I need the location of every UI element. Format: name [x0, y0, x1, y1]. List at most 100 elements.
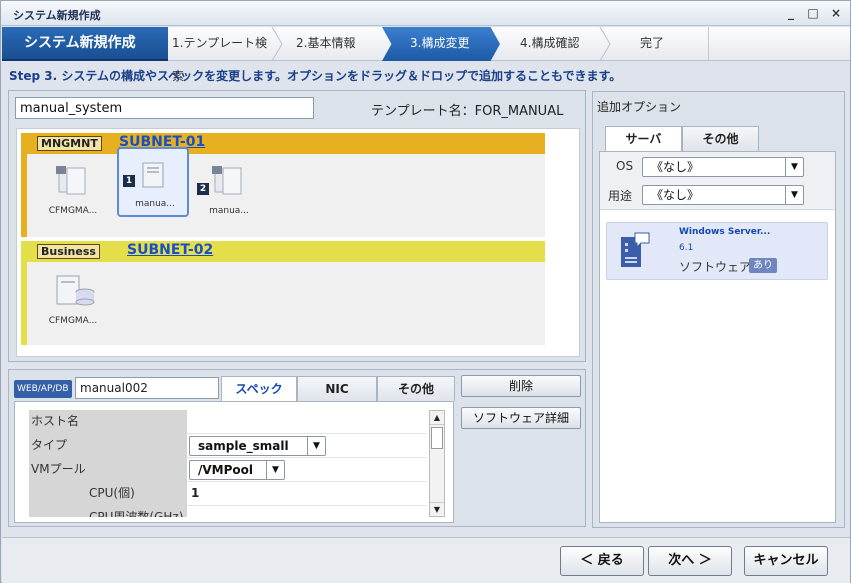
software-detail-button[interactable]: ソフトウェア詳細: [461, 407, 581, 429]
step-instructions: Step 3. システムの構成やスペックを変更します。オプションをドラッグ＆ドロ…: [9, 69, 622, 83]
role-badge: WEB/AP/DB: [14, 380, 72, 398]
cancel-button[interactable]: キャンセル: [744, 546, 828, 576]
close-icon[interactable]: ×: [827, 5, 845, 21]
delete-button[interactable]: 削除: [461, 375, 581, 397]
prop-key: タイプ: [29, 434, 187, 458]
os-select[interactable]: 《なし》 ▼: [642, 157, 804, 177]
select-value: 《なし》: [651, 160, 700, 174]
network-canvas[interactable]: MNGMNT SUBNET-01 CFMGMA... 1 manua... 2 …: [16, 128, 580, 357]
server-icon: [212, 166, 242, 195]
server-label: CFMGMA...: [48, 316, 98, 326]
tab-nic[interactable]: NIC: [297, 376, 377, 401]
server-node[interactable]: 2 manua...: [193, 156, 265, 224]
software-icon: [621, 232, 650, 267]
scroll-thumb[interactable]: [431, 427, 443, 449]
subnet-tag: Business: [37, 244, 100, 259]
add-options-title: 追加オプション: [597, 100, 682, 114]
step-label: 4.構成確認: [520, 36, 580, 50]
server-detail-panel: WEB/AP/DB スペック NIC その他 ホスト名 タイプ sample_s…: [8, 369, 586, 527]
table-row: VMプール /VMPool ▼: [29, 458, 427, 482]
spec-tab-body: ホスト名 タイプ sample_small ▼ VMプール /VMPool ▼: [14, 401, 454, 523]
add-options-panel: 追加オプション サーバ その他 OS 《なし》 ▼ 用途 《なし》 ▼ Window…: [592, 91, 845, 528]
step-label: 2.基本情報: [296, 36, 356, 50]
server-badge: 1: [123, 175, 135, 187]
tab-other[interactable]: その他: [377, 376, 455, 401]
prop-key: CPU(個): [29, 482, 187, 506]
options-body: OS 《なし》 ▼ 用途 《なし》 ▼ Windows Server... 6.1 …: [599, 151, 836, 523]
server-icon: [142, 162, 164, 188]
scroll-down-icon[interactable]: ▼: [430, 502, 444, 516]
tab-spec[interactable]: スペック: [221, 376, 297, 402]
subnet-business[interactable]: Business SUBNET-02 CFMGMA...: [21, 241, 545, 345]
wizard-title: システム新規作成: [2, 27, 168, 61]
server-node-selected[interactable]: 1 manua...: [117, 147, 189, 217]
prop-value: /VMPool ▼: [187, 458, 427, 482]
server-icon: [56, 166, 86, 195]
option-badge: あり: [749, 258, 777, 273]
prop-key: VMプール: [29, 458, 187, 482]
chevron-down-icon: ▼: [785, 186, 803, 204]
next-button[interactable]: 次へ ＞: [648, 546, 732, 576]
vertical-scrollbar[interactable]: ▲ ▼: [429, 410, 445, 517]
scroll-up-icon[interactable]: ▲: [430, 411, 444, 425]
step-label: 3.構成変更: [410, 36, 470, 50]
configuration-panel: テンプレート名：FOR_MANUAL MNGMNT SUBNET-01 CFM: [8, 90, 586, 362]
step-separator-icon: [271, 27, 283, 61]
use-label: 用途: [608, 189, 633, 203]
chevron-down-icon: ▼: [785, 158, 803, 176]
back-button[interactable]: ＜ 戻る: [560, 546, 644, 576]
chevron-down-icon: ▼: [307, 437, 325, 455]
use-select[interactable]: 《なし》 ▼: [642, 185, 804, 205]
subnet-mngmnt[interactable]: MNGMNT SUBNET-01 CFMGMA... 1 manua... 2 …: [21, 133, 545, 237]
minimize-icon[interactable]: _: [782, 5, 800, 21]
wizard-step-4: 4.構成確認: [520, 27, 610, 61]
option-version: 6.1: [679, 243, 694, 253]
table-row: タイプ sample_small ▼: [29, 434, 427, 458]
chevron-down-icon: ▼: [266, 461, 284, 479]
server-label: manua...: [135, 199, 175, 209]
server-badge: 2: [197, 183, 209, 195]
system-name-input[interactable]: [15, 97, 314, 119]
hostname-input[interactable]: [75, 377, 219, 399]
vmpool-select[interactable]: /VMPool ▼: [189, 460, 285, 480]
wizard-step-3: 3.構成変更: [382, 27, 500, 61]
subnet-header: Business SUBNET-02: [27, 241, 545, 262]
server-label: manua...: [209, 206, 249, 216]
select-value: sample_small: [198, 439, 289, 453]
tab-server[interactable]: サーバ: [605, 126, 682, 152]
subnet-name-link[interactable]: SUBNET-02: [127, 242, 213, 258]
footer-bar: ＜ 戻る 次へ ＞ キャンセル: [2, 537, 850, 583]
option-name: Windows Server...: [679, 227, 771, 237]
select-value: 《なし》: [651, 188, 700, 202]
step-separator-icon: [599, 27, 611, 61]
wizard-step-5: 完了: [640, 27, 700, 61]
wizard-step-2: 2.基本情報: [292, 27, 382, 61]
select-value: /VMPool: [198, 463, 254, 477]
prop-value: sample_small ▼: [187, 434, 427, 458]
server-node[interactable]: CFMGMA...: [37, 156, 109, 224]
step-label: 完了: [640, 36, 665, 50]
tab-other-options[interactable]: その他: [682, 126, 759, 151]
prop-key: ホスト名: [29, 410, 187, 434]
table-row: CPU(個) 1: [29, 482, 427, 506]
subnet-body: CFMGMA...: [27, 262, 545, 345]
subnet-tag: MNGMNT: [37, 136, 102, 151]
os-label: OS: [616, 159, 634, 173]
type-select[interactable]: sample_small ▼: [189, 436, 326, 456]
prop-value[interactable]: [187, 506, 427, 517]
divider: [708, 27, 709, 61]
table-row: CPU周波数(GHz): [29, 506, 427, 517]
window-title: システム新規作成: [13, 9, 101, 22]
software-option-card[interactable]: Windows Server... 6.1 ソフトウェア あり: [606, 222, 828, 280]
wizard-step-1: 1.テンプレート検索: [168, 27, 278, 83]
prop-key: CPU周波数(GHz): [29, 506, 187, 517]
options-filter: OS 《なし》 ▼ 用途 《なし》 ▼: [600, 152, 835, 210]
server-node[interactable]: CFMGMA...: [37, 266, 109, 334]
option-kind: ソフトウェア: [679, 260, 752, 274]
maximize-icon[interactable]: □: [804, 5, 822, 21]
title-bar[interactable]: システム新規作成 _ □ ×: [1, 1, 850, 26]
prop-value[interactable]: 1: [187, 482, 427, 506]
template-name-label: テンプレート名：FOR_MANUAL: [371, 104, 564, 119]
server-label: CFMGMA...: [48, 206, 98, 216]
prop-value[interactable]: [187, 410, 427, 434]
